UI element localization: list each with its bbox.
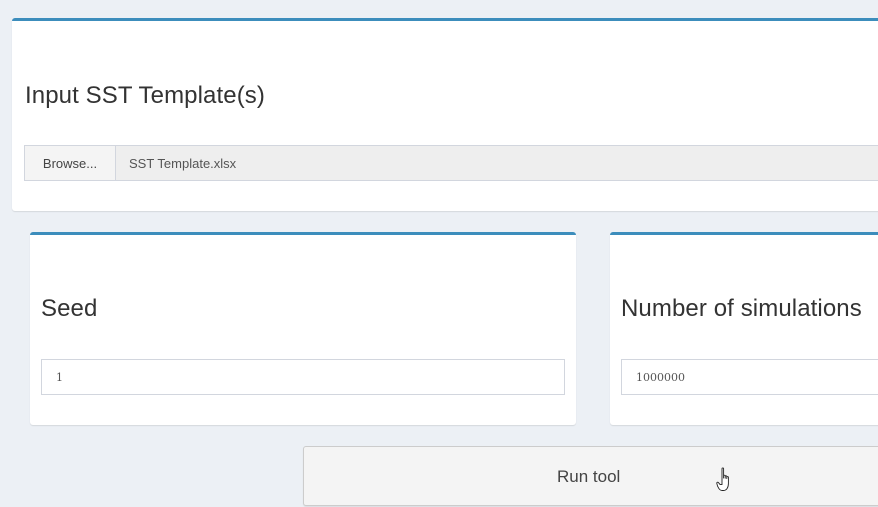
seed-input[interactable] [41,359,565,395]
selected-file-name[interactable]: SST Template.xlsx [116,146,878,180]
browse-button[interactable]: Browse... [25,146,116,180]
file-upload-input[interactable]: Browse... SST Template.xlsx [24,145,878,181]
seed-label: Seed [41,295,98,322]
simulations-panel: Number of simulations [610,232,878,425]
template-upload-panel: Input SST Template(s) Browse... SST Temp… [12,18,878,211]
run-tool-label: Run tool [557,467,621,486]
run-tool-button[interactable]: Run tool [303,446,878,506]
simulations-label: Number of simulations [621,295,862,322]
template-upload-label: Input SST Template(s) [25,82,265,109]
simulations-input[interactable] [621,359,878,395]
seed-panel: Seed [30,232,576,425]
hand-pointer-icon [716,467,729,491]
